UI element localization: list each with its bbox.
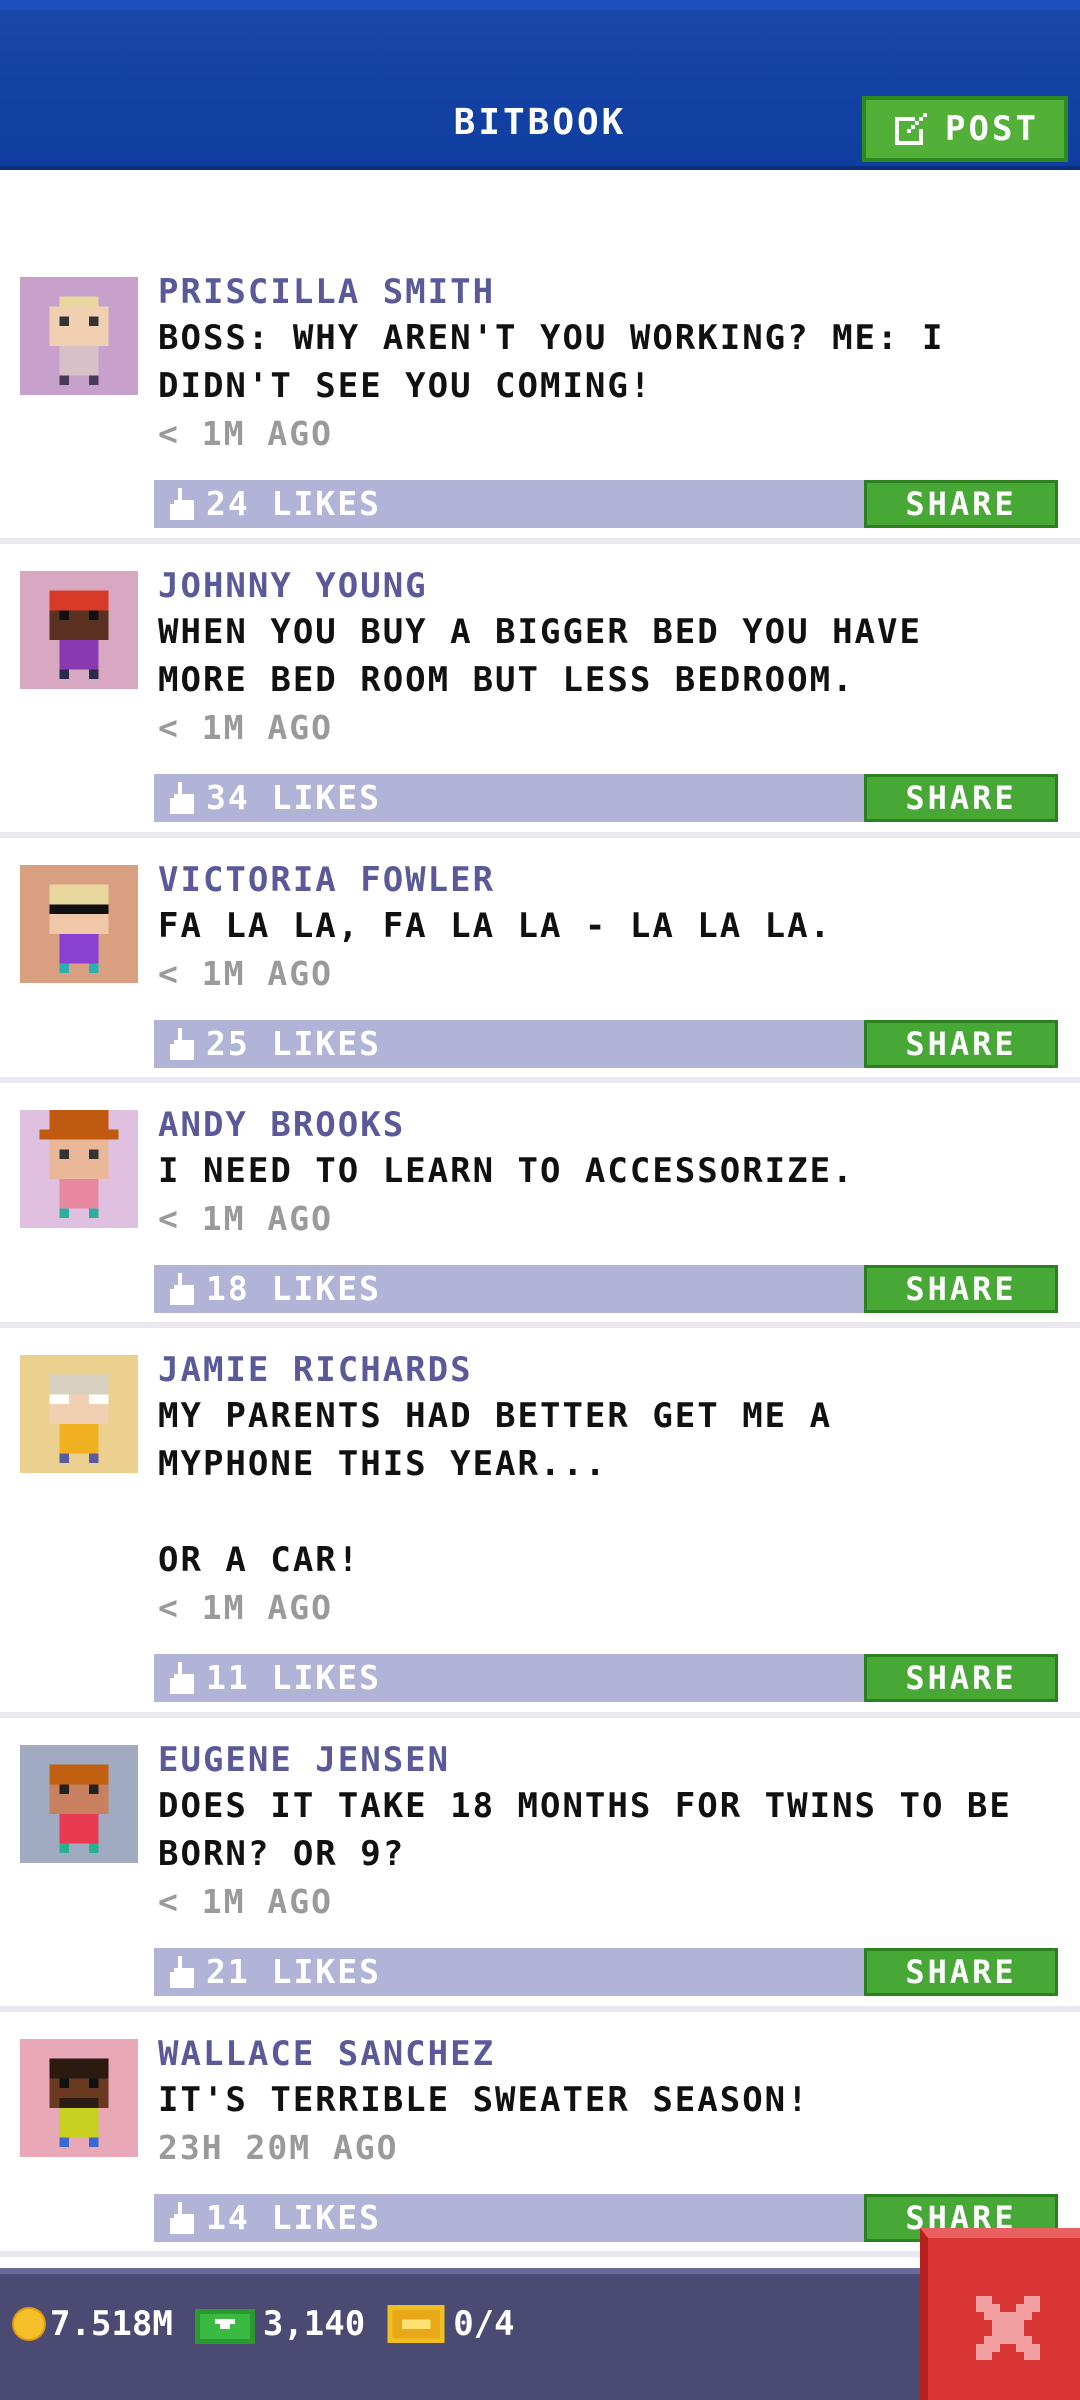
like-count: 34 LIKES (206, 778, 381, 817)
author-name[interactable]: JAMIE RICHARDS (158, 1348, 1060, 1392)
app-header: BITBOOK POST (0, 0, 1080, 170)
post-text: WHEN YOU BUY A BIGGER BED YOU HAVE MORE … (158, 612, 922, 700)
thumbs-up-icon (170, 1028, 194, 1060)
author-name[interactable]: PRISCILLA SMITH (158, 270, 1060, 314)
author-name[interactable]: ANDY BROOKS (158, 1103, 1060, 1147)
like-bar[interactable]: 24 LIKES SHARE (154, 480, 1058, 528)
bux-icon (194, 2309, 255, 2344)
close-icon (976, 2296, 1040, 2360)
avatar (20, 1110, 138, 1228)
like-bar[interactable]: 18 LIKES SHARE (154, 1265, 1058, 1313)
avatar (20, 2039, 138, 2157)
like-bar[interactable]: 21 LIKES SHARE (154, 1948, 1058, 1996)
like-count: 18 LIKES (206, 1269, 381, 1308)
like-bar[interactable]: 11 LIKES SHARE (154, 1654, 1058, 1702)
post-time: < 1M AGO (158, 1882, 333, 1921)
post-time: < 1M AGO (158, 1588, 333, 1627)
post-item: PRISCILLA SMITH BOSS: WHY AREN'T YOU WOR… (0, 250, 1080, 544)
author-name[interactable]: JOHNNY YOUNG (158, 564, 1060, 608)
coin-icon (12, 2307, 46, 2341)
like-count: 25 LIKES (206, 1024, 381, 1063)
post-feed[interactable]: PRISCILLA SMITH BOSS: WHY AREN'T YOU WOR… (0, 250, 1080, 2257)
post-time: < 1M AGO (158, 1199, 333, 1238)
avatar (20, 1745, 138, 1863)
post-button-label: POST (945, 109, 1039, 149)
thumbs-up-icon (170, 782, 194, 814)
post-item: JOHNNY YOUNG WHEN YOU BUY A BIGGER BED Y… (0, 544, 1080, 838)
bux-count: 3,140 (262, 2304, 366, 2344)
post-text: MY PARENTS HAD BETTER GET ME A MYPHONE T… (158, 1396, 833, 1580)
thumbs-up-icon (170, 1662, 194, 1694)
share-button[interactable]: SHARE (864, 1948, 1058, 1996)
like-bar[interactable]: 25 LIKES SHARE (154, 1020, 1058, 1068)
post-item: EUGENE JENSEN DOES IT TAKE 18 MONTHS FOR… (0, 1718, 1080, 2012)
like-count: 14 LIKES (206, 2198, 381, 2237)
post-text: BOSS: WHY AREN'T YOU WORKING? ME: I DIDN… (158, 318, 945, 406)
author-name[interactable]: EUGENE JENSEN (158, 1738, 1060, 1782)
ticket-icon (387, 2305, 445, 2343)
thumbs-up-icon (170, 2202, 194, 2234)
like-count: 21 LIKES (206, 1952, 381, 1991)
share-button[interactable]: SHARE (864, 1265, 1058, 1313)
post-text: DOES IT TAKE 18 MONTHS FOR TWINS TO BE B… (158, 1786, 1012, 1874)
like-count: 24 LIKES (206, 484, 381, 523)
post-time: < 1M AGO (158, 954, 333, 993)
post-item: WALLACE SANCHEZ IT'S TERRIBLE SWEATER SE… (0, 2012, 1080, 2257)
post-text: IT'S TERRIBLE SWEATER SEASON! (158, 2080, 810, 2120)
share-button[interactable]: SHARE (864, 1654, 1058, 1702)
author-name[interactable]: WALLACE SANCHEZ (158, 2032, 1060, 2076)
currency-stats: 7.518M 3,140 0/4 (12, 2304, 515, 2344)
post-text: I NEED TO LEARN TO ACCESSORIZE. (158, 1151, 855, 1191)
like-bar[interactable]: 34 LIKES SHARE (154, 774, 1058, 822)
post-time: < 1M AGO (158, 708, 333, 747)
share-button[interactable]: SHARE (864, 774, 1058, 822)
post-button[interactable]: POST (862, 96, 1068, 162)
share-button[interactable]: SHARE (864, 1020, 1058, 1068)
close-button[interactable] (920, 2228, 1080, 2400)
post-time: < 1M AGO (158, 414, 333, 453)
thumbs-up-icon (170, 1273, 194, 1305)
like-count: 11 LIKES (206, 1658, 381, 1697)
coin-count: 7.518M (50, 2304, 173, 2344)
avatar (20, 277, 138, 395)
post-item: ANDY BROOKS I NEED TO LEARN TO ACCESSORI… (0, 1083, 1080, 1328)
avatar (20, 571, 138, 689)
status-bar: 7.518M 3,140 0/4 (0, 2268, 1080, 2400)
ticket-count: 0/4 (453, 2304, 515, 2344)
post-item: JAMIE RICHARDS MY PARENTS HAD BETTER GET… (0, 1328, 1080, 1718)
share-button[interactable]: SHARE (864, 480, 1058, 528)
author-name[interactable]: VICTORIA FOWLER (158, 858, 1060, 902)
thumbs-up-icon (170, 488, 194, 520)
post-item: VICTORIA FOWLER FA LA LA, FA LA LA - LA … (0, 838, 1080, 1083)
avatar (20, 865, 138, 983)
post-text: FA LA LA, FA LA LA - LA LA LA. (158, 906, 833, 946)
thumbs-up-icon (170, 1956, 194, 1988)
compose-icon (895, 113, 928, 145)
post-time: 23H 20M AGO (158, 2128, 399, 2167)
avatar (20, 1355, 138, 1473)
